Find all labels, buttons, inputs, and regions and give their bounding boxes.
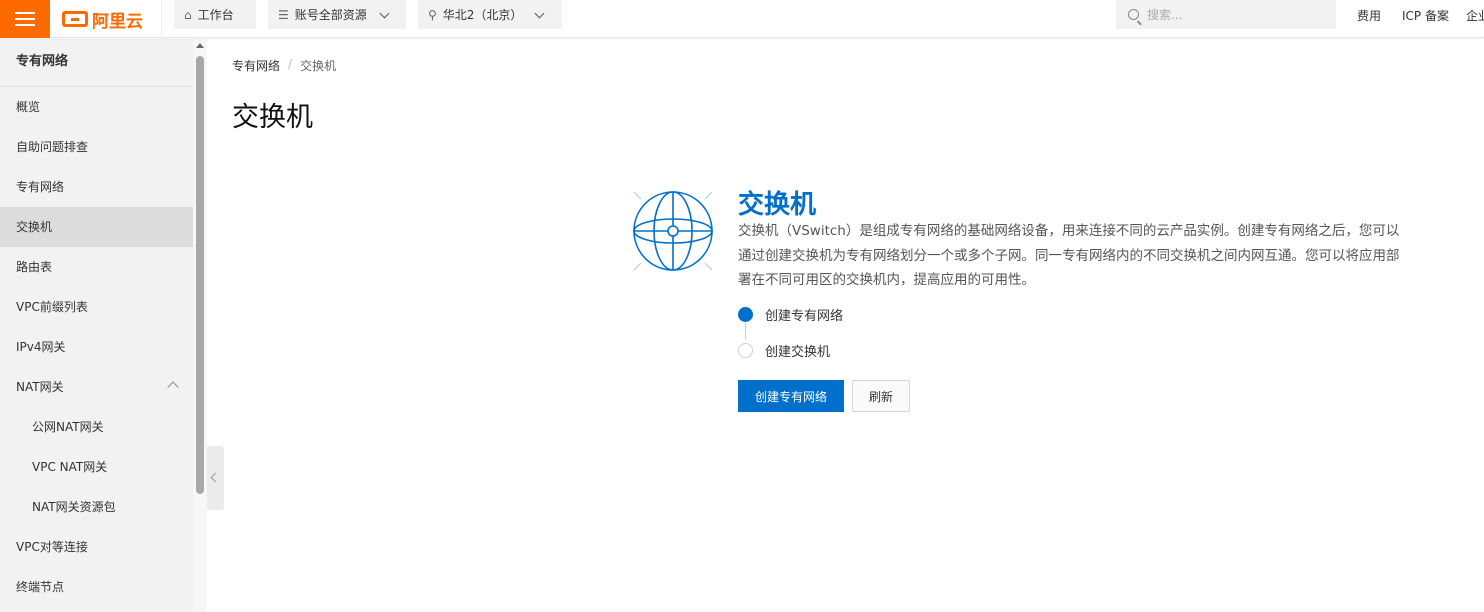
stack-icon: ☰: [278, 7, 289, 22]
breadcrumb-current: 交换机: [300, 59, 337, 73]
workbench-label: 工作台: [197, 8, 234, 22]
intro-title: 交换机: [738, 190, 817, 220]
scroll-up-arrow-icon[interactable]: [196, 43, 204, 48]
chevron-down-icon: [534, 8, 545, 18]
hamburger-menu-icon[interactable]: [0, 0, 50, 38]
sidebar-item-vswitch[interactable]: 交换机: [0, 207, 193, 247]
logo-text: 阿里云: [92, 11, 143, 32]
home-icon: ⌂: [184, 7, 192, 22]
step-inactive-dot-icon: [738, 343, 753, 358]
step-label: 创建专有网络: [765, 309, 844, 324]
sidebar-collapse-handle[interactable]: [207, 446, 224, 510]
sidebar-item-vpc-nat[interactable]: VPC NAT网关: [0, 447, 193, 487]
sidebar-item-overview[interactable]: 概览: [0, 87, 193, 127]
sidebar-scrollbar[interactable]: [193, 39, 207, 612]
sidebar-item-vpc[interactable]: 专有网络: [0, 167, 193, 207]
sidebar-title: 专有网络: [0, 39, 193, 87]
breadcrumb-separator: /: [288, 57, 293, 71]
icp-link[interactable]: ICP 备案: [1402, 7, 1449, 24]
sidebar-item-self-diagnosis[interactable]: 自助问题排查: [0, 127, 193, 167]
breadcrumb: 专有网络 / 交换机: [232, 57, 336, 74]
divider: [161, 0, 162, 38]
region-dropdown[interactable]: ⚲ 华北2（北京）: [418, 0, 562, 29]
sidebar-item-ipv4-gateway[interactable]: IPv4网关: [0, 327, 193, 367]
billing-link[interactable]: 费用: [1357, 7, 1381, 24]
scrollbar-thumb[interactable]: [196, 56, 204, 494]
sidebar-item-vpc-peering[interactable]: VPC对等连接: [0, 527, 193, 567]
enterprise-link[interactable]: 企业: [1466, 7, 1484, 24]
chevron-down-icon: [379, 8, 390, 18]
sidebar-item-public-nat[interactable]: 公网NAT网关: [0, 407, 193, 447]
sidebar-item-nat-gateway[interactable]: NAT网关: [0, 367, 193, 407]
search-box[interactable]: [1116, 0, 1336, 29]
sidebar-item-prefix-list[interactable]: VPC前缀列表: [0, 287, 193, 327]
step-connector: [745, 323, 746, 339]
sidebar-item-endpoint[interactable]: 终端节点: [0, 567, 193, 607]
step-create-vpc: 创建专有网络: [738, 305, 843, 324]
search-input[interactable]: [1147, 7, 1307, 22]
location-pin-icon: ⚲: [428, 7, 437, 22]
logo-mark-icon: [62, 11, 88, 27]
create-vpc-button[interactable]: 创建专有网络: [738, 380, 844, 412]
aliyun-logo[interactable]: 阿里云: [62, 0, 143, 38]
sidebar-item-label: NAT网关: [16, 380, 64, 394]
workbench-button[interactable]: ⌂ 工作台: [174, 0, 256, 29]
globe-network-icon: [633, 191, 713, 271]
intro-description: 交换机（VSwitch）是组成专有网络的基础网络设备，用来连接不同的云产品实例。…: [738, 223, 1400, 288]
chevron-up-icon: [167, 381, 179, 393]
step-active-dot-icon: [738, 307, 753, 322]
region-label: 华北2（北京）: [442, 8, 523, 22]
page-title: 交换机: [232, 102, 313, 133]
sidebar-item-route-table[interactable]: 路由表: [0, 247, 193, 287]
search-icon: [1128, 9, 1139, 20]
step-create-vswitch: 创建交换机: [738, 341, 830, 360]
top-navigation-bar: 阿里云 ⌂ 工作台 ☰ 账号全部资源 ⚲ 华北2（北京） 费用 ICP 备案 企…: [0, 0, 1484, 38]
resources-dropdown[interactable]: ☰ 账号全部资源: [268, 0, 406, 29]
resources-label: 账号全部资源: [294, 8, 367, 22]
sidebar: 专有网络 概览 自助问题排查 专有网络 交换机 路由表 VPC前缀列表 IPv4…: [0, 39, 193, 612]
breadcrumb-parent-link[interactable]: 专有网络: [232, 57, 280, 74]
step-label: 创建交换机: [765, 345, 831, 360]
refresh-button[interactable]: 刷新: [852, 380, 910, 412]
sidebar-item-nat-package[interactable]: NAT网关资源包: [0, 487, 193, 527]
